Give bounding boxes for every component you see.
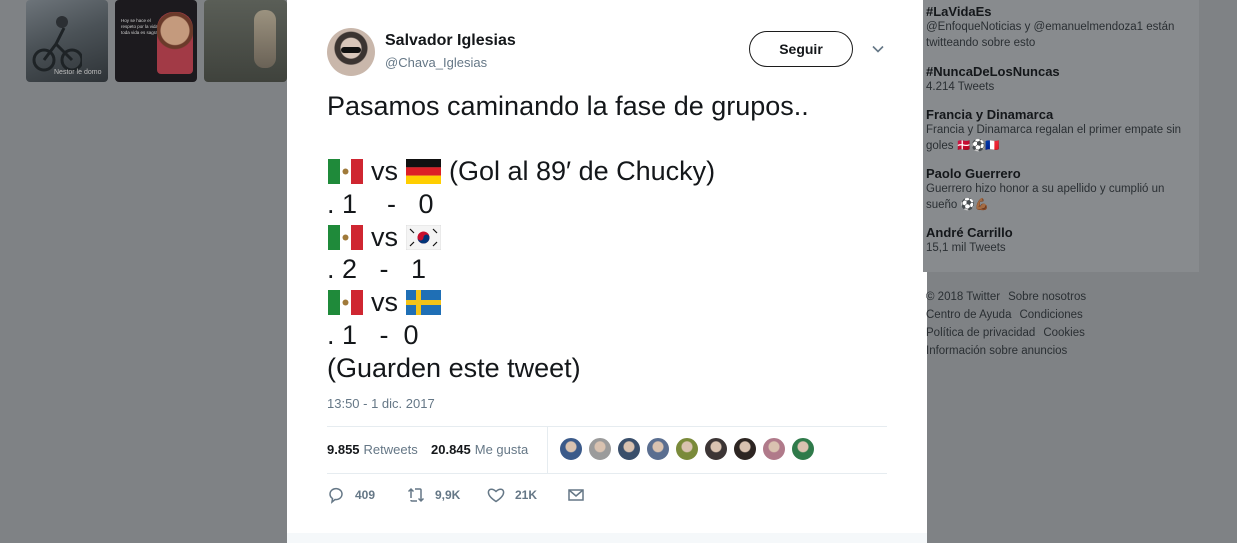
- tweet-timestamp[interactable]: 13:50 - 1 dic. 2017: [327, 396, 435, 411]
- outdoor-figure-image: [254, 10, 276, 68]
- match-line-3: vs: [327, 286, 887, 319]
- mexico-flag-icon: [328, 224, 363, 250]
- trend-item[interactable]: #LaVidaEs @EnfoqueNoticias y @emanuelmen…: [926, 4, 1186, 51]
- retweet-count: 9,9K: [435, 488, 461, 502]
- match-note: (Gol al 89′ de Chucky): [449, 156, 716, 187]
- likes-stat[interactable]: 20.845 Me gusta: [431, 442, 528, 457]
- liker-avatar[interactable]: [704, 437, 728, 461]
- liker-avatar[interactable]: [762, 437, 786, 461]
- score-line-2: . 2 - 1: [327, 254, 427, 285]
- trend-description: Francia y Dinamarca regalan el primer em…: [926, 124, 1182, 152]
- footer-link[interactable]: Condiciones: [1019, 309, 1082, 321]
- liker-avatar[interactable]: [675, 437, 699, 461]
- score-line-3: . 1 - 0: [327, 319, 419, 350]
- footer-link[interactable]: Cookies: [1043, 327, 1085, 339]
- trend-description: 4.214 Tweets: [926, 81, 995, 93]
- trend-item[interactable]: Francia y Dinamarca Francia y Dinamarca …: [926, 107, 1186, 154]
- avatar[interactable]: [327, 28, 375, 76]
- media-thumbnail-outdoor[interactable]: [204, 0, 287, 82]
- sunglasses-detail: [341, 47, 361, 53]
- trend-name: Paolo Guerrero: [926, 166, 1021, 181]
- trend-name: #NuncaDeLosNuncas: [926, 64, 1060, 79]
- retweets-label: Retweets: [363, 442, 418, 457]
- trend-name: #LaVidaEs: [926, 4, 992, 19]
- retweets-count: 9.855: [327, 442, 360, 457]
- germany-flag-icon: [406, 159, 441, 185]
- footer-link[interactable]: Centro de Ayuda: [926, 309, 1011, 321]
- portrait-image: [157, 12, 193, 74]
- trend-name: Francia y Dinamarca: [926, 107, 1054, 122]
- cyclist-image: [32, 16, 82, 72]
- footer-link[interactable]: © 2018 Twitter: [926, 291, 1000, 303]
- envelope-icon: [568, 489, 584, 501]
- media-thumbnail-cyclist[interactable]: Nestor le domo: [26, 0, 108, 82]
- reply-icon: [329, 487, 343, 504]
- likes-count: 20.845: [431, 442, 471, 457]
- south-korea-flag-icon: [406, 224, 441, 250]
- follow-button[interactable]: Seguir: [749, 31, 853, 67]
- chevron-down-icon[interactable]: [871, 42, 885, 56]
- user-display-name[interactable]: Salvador Iglesias: [385, 32, 516, 50]
- likes-label: Me gusta: [474, 442, 529, 457]
- tweet-closing-line: (Guarden este tweet): [327, 352, 581, 383]
- heart-icon: [487, 488, 505, 503]
- reply-count: 409: [355, 488, 376, 502]
- liker-avatar[interactable]: [733, 437, 757, 461]
- like-button[interactable]: 21K: [487, 484, 537, 506]
- card-bottom-edge: [287, 533, 927, 543]
- mexico-flag-icon: [328, 289, 363, 315]
- footer-links: © 2018 Twitter Sobre nosotros Centro de A…: [926, 288, 1146, 360]
- liker-avatar[interactable]: [559, 437, 583, 461]
- tweet-text: Pasamos caminando la fase de grupos.. vs…: [327, 90, 887, 384]
- direct-message-button[interactable]: [567, 484, 585, 506]
- tweet-card: Salvador Iglesias @Chava_Iglesias Seguir…: [287, 0, 927, 543]
- trend-description: Guerrero hizo honor a su apellido y cump…: [926, 183, 1165, 211]
- like-count: 21K: [515, 488, 538, 502]
- retweet-button[interactable]: 9,9K: [407, 484, 460, 506]
- vs-label: vs: [371, 156, 398, 187]
- footer-link[interactable]: Política de privacidad: [926, 327, 1035, 339]
- liker-avatar[interactable]: [791, 437, 815, 461]
- trend-item[interactable]: #NuncaDeLosNuncas 4.214 Tweets: [926, 64, 1186, 95]
- liker-avatar[interactable]: [588, 437, 612, 461]
- vs-label: vs: [371, 221, 398, 252]
- tweet-actions: 409 9,9K 21K: [327, 484, 627, 508]
- sweden-flag-icon: [406, 289, 441, 315]
- trend-item[interactable]: Paolo Guerrero Guerrero hizo honor a su …: [926, 166, 1186, 213]
- stats-divider: [547, 427, 548, 473]
- footer-link[interactable]: Información sobre anuncios: [926, 345, 1067, 357]
- media-thumbnail-portrait[interactable]: Hoy se hace el respeto por la vida, toda…: [115, 0, 197, 82]
- vs-label: vs: [371, 287, 398, 318]
- trend-item[interactable]: André Carrillo 15,1 mil Tweets: [926, 225, 1186, 256]
- liker-avatars: [559, 437, 820, 463]
- tweet-stats: 9.855 Retweets 20.845 Me gusta: [327, 426, 887, 474]
- thumbnail-caption: Nestor le domo: [54, 69, 102, 76]
- trend-description: 15,1 mil Tweets: [926, 242, 1006, 254]
- retweets-stat[interactable]: 9.855 Retweets: [327, 442, 418, 457]
- score-line-1: . 1 - 0: [327, 189, 434, 220]
- user-handle[interactable]: @Chava_Iglesias: [385, 55, 487, 70]
- match-line-1: vs (Gol al 89′ de Chucky): [327, 155, 887, 188]
- trend-description: @EnfoqueNoticias y @emanuelmendoza1 está…: [926, 21, 1175, 49]
- reply-button[interactable]: 409: [327, 484, 375, 506]
- match-line-2: vs: [327, 221, 887, 254]
- liker-avatar[interactable]: [617, 437, 641, 461]
- mexico-flag-icon: [328, 159, 363, 185]
- tweet-line: Pasamos caminando la fase de grupos..: [327, 91, 809, 121]
- liker-avatar[interactable]: [646, 437, 670, 461]
- trend-name: André Carrillo: [926, 225, 1013, 240]
- footer-link[interactable]: Sobre nosotros: [1008, 291, 1086, 303]
- retweet-icon: [407, 487, 425, 503]
